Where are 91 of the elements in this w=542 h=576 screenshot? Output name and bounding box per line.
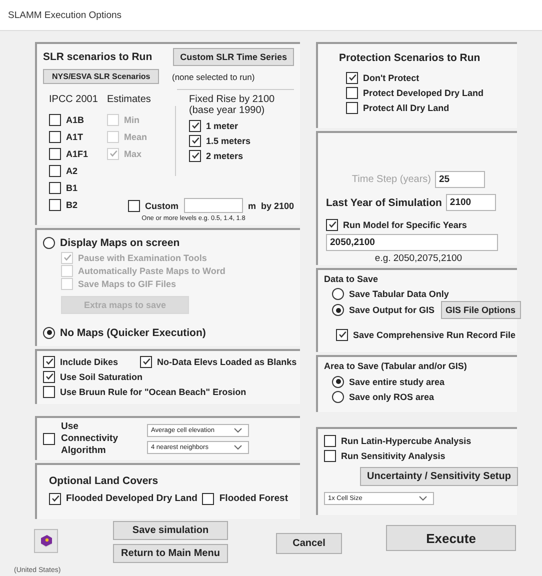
checkbox-label[interactable]: Include Dikes — [60, 356, 118, 366]
checkbox[interactable] — [49, 130, 61, 142]
note-text: (none selected to run) — [172, 72, 256, 82]
panel-heading: Protection Scenarios to Run — [338, 52, 482, 64]
radio-button[interactable] — [332, 376, 344, 388]
column-heading: Fixed Rise by 2100 — [189, 94, 276, 105]
years-field[interactable]: 2050,2100 — [326, 234, 498, 251]
checkbox-label[interactable]: A1B — [66, 114, 84, 124]
last-year-field[interactable]: 2100 — [446, 194, 496, 211]
checkbox-label[interactable]: Use Bruun Rule for "Ocean Beach" Erosion — [60, 386, 246, 396]
checkbox-label[interactable]: Protect All Dry Land — [363, 102, 450, 112]
checkbox[interactable] — [49, 114, 61, 126]
checkbox[interactable] — [189, 134, 201, 146]
panel-heading: Data to Save — [324, 274, 380, 284]
checkbox-label[interactable]: Flooded Developed Dry Land — [66, 493, 198, 504]
checkbox[interactable] — [140, 356, 152, 368]
radio-label[interactable]: No Maps (Quicker Execution) — [60, 326, 206, 338]
checkbox[interactable] — [346, 102, 358, 114]
field-label: Last Year of Simulation — [326, 196, 442, 208]
checkbox[interactable] — [346, 72, 358, 84]
chevron-icon — [234, 428, 242, 433]
radio-label[interactable]: Save entire study area — [349, 376, 445, 386]
radio-button[interactable] — [332, 304, 344, 316]
checkbox-label[interactable]: No-Data Elevs Loaded as Blanks — [157, 356, 297, 366]
uncertainty-setup-button[interactable]: Uncertainty / Sensitivity Setup — [360, 467, 518, 486]
field-label: Time Step (years) — [352, 174, 431, 185]
checkbox[interactable] — [43, 433, 55, 445]
panel-heading: SLR scenarios to Run — [43, 51, 152, 63]
radio-label[interactable]: Save only ROS area — [349, 392, 434, 402]
checkbox[interactable] — [189, 120, 201, 132]
radio-label[interactable]: Save Tabular Data Only — [349, 288, 449, 298]
radio-button[interactable] — [43, 236, 55, 248]
checkbox-label[interactable]: Use Connectivity Algorithm — [61, 421, 131, 457]
checkbox[interactable] — [43, 356, 55, 368]
chevron-icon — [234, 445, 242, 450]
checkbox-label[interactable]: Flooded Forest — [219, 493, 288, 504]
panel-heading: Area to Save (Tabular and/or GIS) — [324, 361, 468, 371]
checkbox-label[interactable]: Use Soil Saturation — [60, 372, 143, 382]
unit-label: m — [248, 200, 256, 210]
hint-text: e.g. 2050,2075,2100 — [374, 253, 464, 264]
checkbox[interactable] — [49, 148, 61, 160]
main-menu-button[interactable]: Return to Main Menu — [113, 544, 228, 563]
checkbox[interactable] — [128, 200, 140, 212]
radio-button[interactable] — [43, 326, 55, 338]
checkbox[interactable] — [324, 434, 336, 446]
chevron-icon — [419, 496, 427, 501]
checkbox[interactable] — [326, 218, 338, 230]
radio-button[interactable] — [332, 390, 344, 402]
custom-rise-field[interactable] — [184, 198, 243, 213]
column-heading: IPCC 2001 — [49, 94, 99, 107]
checkbox-label[interactable]: Protect Developed Dry Land — [363, 88, 484, 98]
checkbox-label[interactable]: A2 — [66, 166, 78, 176]
nys-scenarios-button[interactable]: NYS/ESVA SLR Scenarios — [43, 69, 160, 84]
checkbox[interactable] — [324, 450, 336, 462]
checkbox[interactable] — [202, 492, 214, 504]
checkbox-label[interactable]: B1 — [66, 182, 78, 192]
checkbox[interactable] — [346, 86, 358, 98]
checkbox[interactable] — [49, 182, 61, 194]
gis-options-button[interactable]: GIS File Options — [440, 301, 521, 319]
checkbox[interactable] — [336, 328, 348, 340]
checkbox-label[interactable]: Run Model for Specific Years — [343, 220, 467, 230]
cancel-button[interactable]: Cancel — [276, 533, 342, 554]
window-title: SLAMM Execution Options — [0, 0, 542, 31]
checkbox[interactable] — [49, 164, 61, 176]
checkbox-label[interactable]: A1T — [66, 132, 84, 142]
save-simulation-button[interactable]: Save simulation — [113, 521, 228, 540]
column-subheading: (base year 1990) — [189, 105, 266, 116]
execute-button[interactable]: Execute — [386, 525, 516, 551]
radio-label[interactable]: Save Output for GIS — [349, 305, 435, 315]
checkbox-label[interactable]: A1F1 — [66, 148, 88, 158]
checkbox[interactable] — [43, 370, 55, 382]
checkbox[interactable] — [189, 150, 201, 162]
checkbox-label[interactable]: 1.5 meters — [206, 136, 251, 146]
checkbox-label[interactable]: Save Comprehensive Run Record File — [353, 330, 516, 340]
checkbox-label[interactable]: Run Sensitivity Analysis — [341, 450, 446, 460]
checkbox-label[interactable]: Don't Protect — [363, 72, 420, 82]
checkbox[interactable] — [49, 198, 61, 210]
checkbox-label[interactable]: Custom — [145, 200, 178, 210]
radio-label[interactable]: Display Maps on screen — [60, 236, 180, 248]
column-heading: Estimates — [107, 94, 152, 107]
custom-slr-button[interactable]: Custom SLR Time Series — [173, 48, 294, 66]
checkbox[interactable] — [49, 492, 61, 504]
panel-heading: Optional Land Covers — [49, 475, 160, 487]
checkbox-label[interactable]: 1 meter — [206, 120, 238, 130]
checkbox-label[interactable]: Run Latin-Hypercube Analysis — [341, 436, 472, 446]
checkbox-label[interactable]: 2 meters — [206, 150, 244, 160]
year-label: by 2100 — [260, 200, 294, 210]
checkbox-label[interactable]: B2 — [66, 200, 78, 210]
checkbox[interactable] — [43, 386, 55, 398]
radio-button[interactable] — [332, 288, 344, 300]
time-step-field[interactable]: 25 — [435, 171, 485, 188]
